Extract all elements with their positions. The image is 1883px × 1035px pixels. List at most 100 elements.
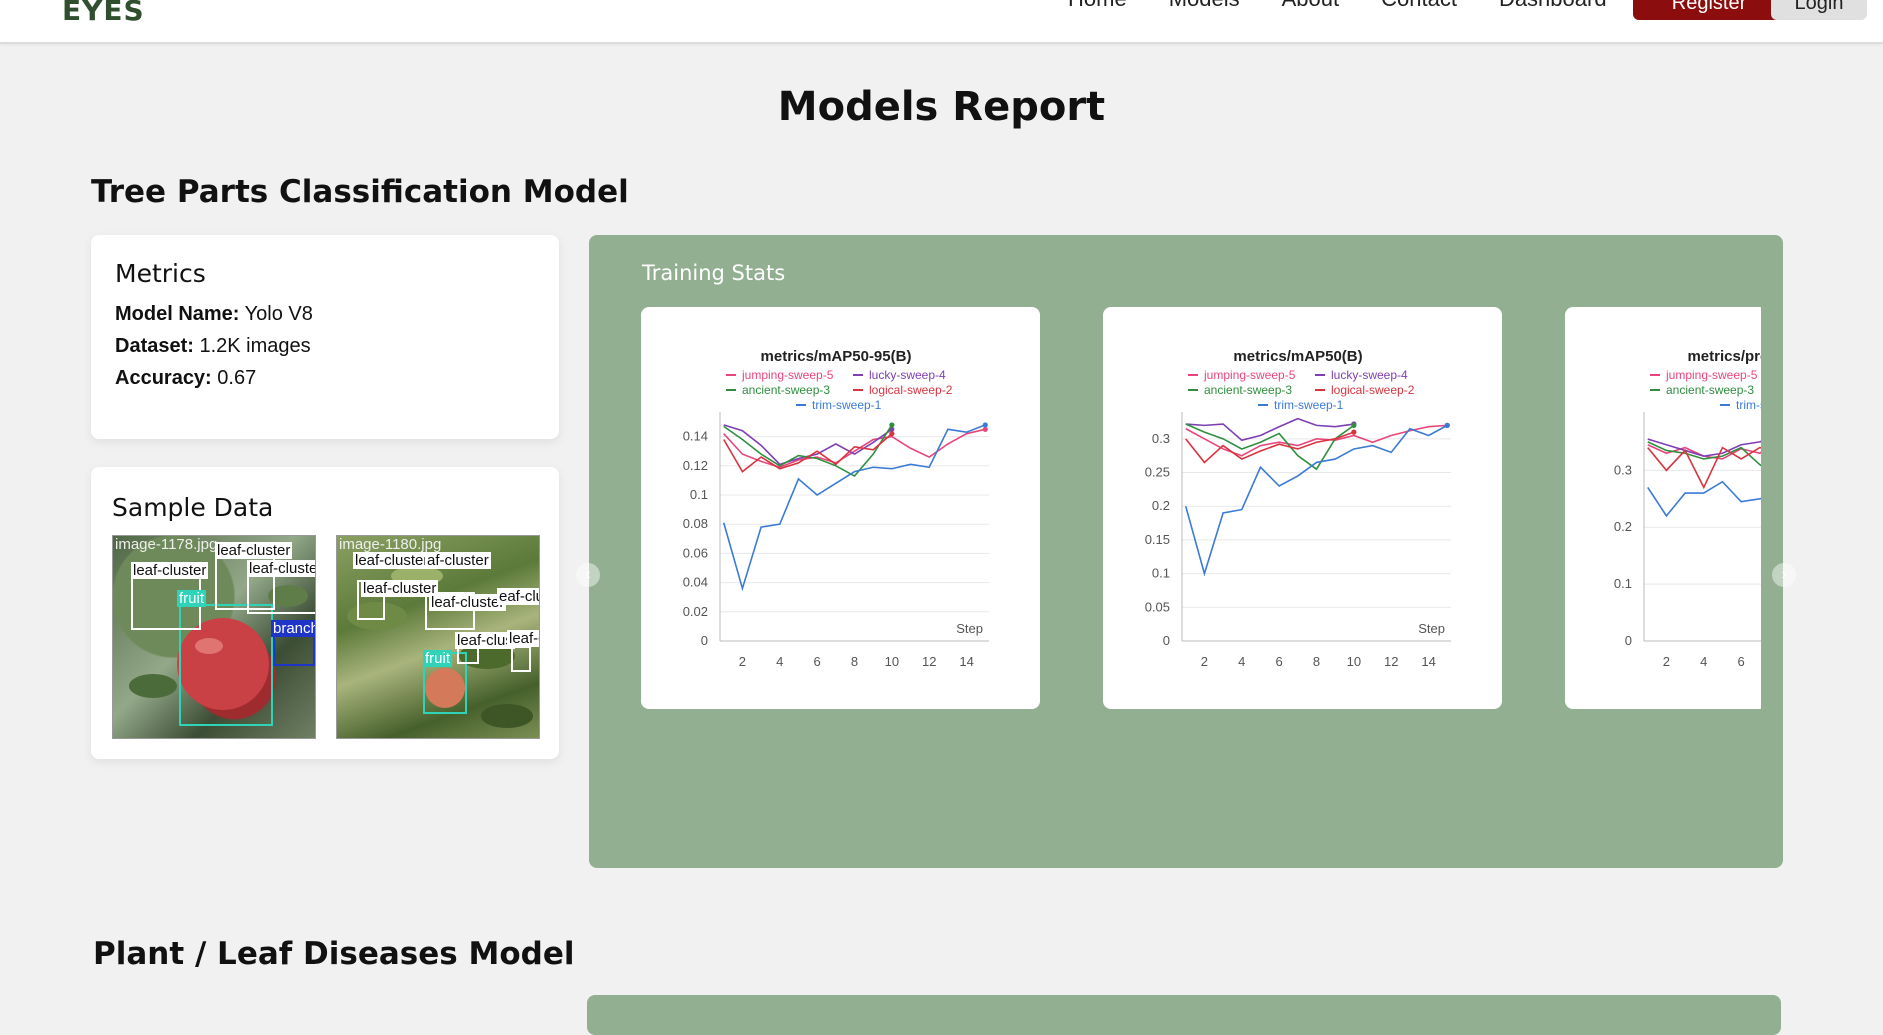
legend-entry[interactable]: jumping-sweep-5 (1650, 368, 1758, 382)
y-tick-label: 0.04 (683, 575, 708, 590)
series-endpoint (1444, 422, 1450, 428)
metric-label: Model Name: (115, 303, 240, 325)
x-tick-label: 4 (1238, 654, 1245, 669)
plant-leaf-stats-panel (587, 995, 1781, 1035)
x-tick-label: 6 (1738, 654, 1745, 669)
nav-home-link[interactable]: Home (1068, 0, 1127, 12)
x-tick-label: 2 (739, 654, 746, 669)
y-tick-label: 0.06 (683, 545, 708, 560)
bbox-tag: fruit (177, 590, 207, 607)
x-tick-label: 14 (1421, 654, 1435, 669)
x-tick-label: 10 (885, 654, 899, 669)
image-filename-label: image-1180.jpg (339, 536, 442, 553)
training-stats-label: Training Stats (642, 261, 786, 285)
x-axis-label: Step (956, 621, 983, 636)
top-navbar: EYES Home Models About Contact Dashboard… (0, 0, 1883, 44)
x-tick-label: 6 (814, 654, 821, 669)
legend-entry[interactable]: ancient-sweep-3 (1188, 383, 1292, 397)
main-nav: Home Models About Contact Dashboard (1068, 0, 1607, 12)
chart-title: metrics/mAP50(B) (1233, 348, 1362, 365)
bbox-tag: leaf-cluster (131, 562, 209, 579)
sample-data-heading: Sample Data (112, 493, 274, 522)
sample-image-leaf-tree[interactable]: image-1180.jpg leaf-cluster af-cluster l… (336, 535, 540, 739)
legend-entry[interactable]: trim-sweep-1 (1720, 398, 1761, 412)
chart-map50: metrics/mAP50(B) jumping-sweep-5 lucky-swe… (1145, 348, 1451, 669)
y-tick-label: 0.1 (1152, 566, 1170, 581)
metric-value: 1.2K images (199, 335, 311, 357)
bbox-tag: leaf-cluster (247, 560, 315, 577)
bbox-tag: leaf-cluster (429, 594, 507, 611)
carousel-prev-icon[interactable]: ‹ (576, 563, 600, 587)
nav-contact-link[interactable]: Contact (1381, 0, 1457, 12)
metric-accuracy: Accuracy: 0.67 (115, 366, 313, 390)
chart-precision: metrics/precision(B)jumping-sweep-5lucky… (1614, 348, 1761, 669)
legend-label: logical-sweep-2 (869, 383, 953, 397)
image-filename-label: image-1178.jpg (115, 536, 218, 553)
legend-entry[interactable]: jumping-sweep-5 (726, 368, 834, 382)
bbox-tag: af-cluster (425, 552, 491, 569)
x-tick-label: 2 (1663, 654, 1670, 669)
x-tick-label: 10 (1347, 654, 1361, 669)
chart-map50-95: metrics/mAP50-95(B) jumping-sweep-5 lucky-… (683, 348, 989, 669)
training-stats-panel: Training Stats metrics/mAP50-95(B) jumpin… (589, 235, 1783, 868)
y-tick-label: 0.2 (1152, 498, 1170, 513)
y-tick-label: 0.1 (690, 487, 708, 502)
legend-entry[interactable]: logical-sweep-2 (1315, 383, 1415, 397)
y-tick-label: 0.08 (683, 516, 708, 531)
y-tick-label: 0 (1163, 633, 1170, 648)
legend-label: trim-sweep-1 (1736, 398, 1761, 412)
x-axis-label: Step (1418, 621, 1445, 636)
legend-entry[interactable]: ancient-sweep-3 (1650, 383, 1754, 397)
bbox-leaf-cluster (511, 646, 531, 672)
bbox-tag: leaf-cluster (215, 542, 293, 559)
y-tick-label: 0.3 (1152, 431, 1170, 446)
series-line (1185, 431, 1355, 464)
eyes-logo[interactable]: EYES (62, 0, 145, 27)
login-button[interactable]: Login (1771, 0, 1867, 20)
carousel-next-icon[interactable]: › (1772, 563, 1796, 587)
series-line (1647, 446, 1761, 490)
y-tick-label: 0.25 (1145, 465, 1170, 480)
page-title: Models Report (777, 84, 1106, 130)
chart-card: metrics/mAP50-95(B) jumping-sweep-5 lucky-… (641, 307, 1040, 709)
metric-dataset: Dataset: 1.2K images (115, 334, 313, 358)
metric-value: Yolo V8 (244, 303, 313, 325)
legend-entry[interactable]: trim-sweep-1 (796, 398, 882, 412)
register-button[interactable]: Register (1633, 0, 1785, 20)
legend-label: lucky-sweep-4 (869, 368, 946, 382)
bbox-tag: leaf-cluster (353, 552, 431, 569)
legend-label: trim-sweep-1 (1274, 398, 1344, 412)
metric-label: Dataset: (115, 335, 194, 357)
series-endpoint (982, 422, 988, 428)
legend-entry[interactable]: ancient-sweep-3 (726, 383, 830, 397)
y-tick-label: 0.1 (1614, 576, 1632, 591)
sample-image-apple-tree[interactable]: image-1178.jpg leaf-cluster leaf-cluster… (112, 535, 316, 739)
y-tick-label: 0 (1625, 633, 1632, 648)
bbox-tag: fruit (423, 650, 453, 667)
bbox-tag: eaf-clu (497, 588, 539, 605)
x-tick-label: 14 (959, 654, 973, 669)
nav-models-link[interactable]: Models (1169, 0, 1240, 12)
sample-data-card: Sample Data image-1178.jpg leaf-cluster … (91, 467, 559, 759)
series-endpoint (1351, 422, 1357, 428)
nav-dashboard-link[interactable]: Dashboard (1499, 0, 1607, 12)
bbox-tag: leaf-clus (455, 632, 515, 649)
legend-entry[interactable]: trim-sweep-1 (1258, 398, 1344, 412)
series-line (722, 424, 986, 592)
chart-card: metrics/precision(B)jumping-sweep-5lucky… (1565, 307, 1761, 709)
chart-title: metrics/mAP50-95(B) (761, 348, 912, 365)
legend-entry[interactable]: lucky-sweep-4 (1315, 368, 1408, 382)
y-tick-label: 0.15 (1145, 532, 1170, 547)
legend-entry[interactable]: lucky-sweep-4 (853, 368, 946, 382)
x-tick-label: 12 (1384, 654, 1398, 669)
nav-about-link[interactable]: About (1282, 0, 1340, 12)
x-tick-label: 8 (851, 654, 858, 669)
leaf-shape (129, 674, 177, 698)
legend-entry[interactable]: jumping-sweep-5 (1188, 368, 1296, 382)
x-tick-label: 8 (1313, 654, 1320, 669)
legend-entry[interactable]: logical-sweep-2 (853, 383, 953, 397)
series-endpoint (889, 422, 895, 428)
charts-carousel[interactable]: metrics/mAP50-95(B) jumping-sweep-5 lucky-… (641, 307, 1761, 709)
y-tick-label: 0 (701, 633, 708, 648)
metric-label: Accuracy: (115, 367, 212, 389)
